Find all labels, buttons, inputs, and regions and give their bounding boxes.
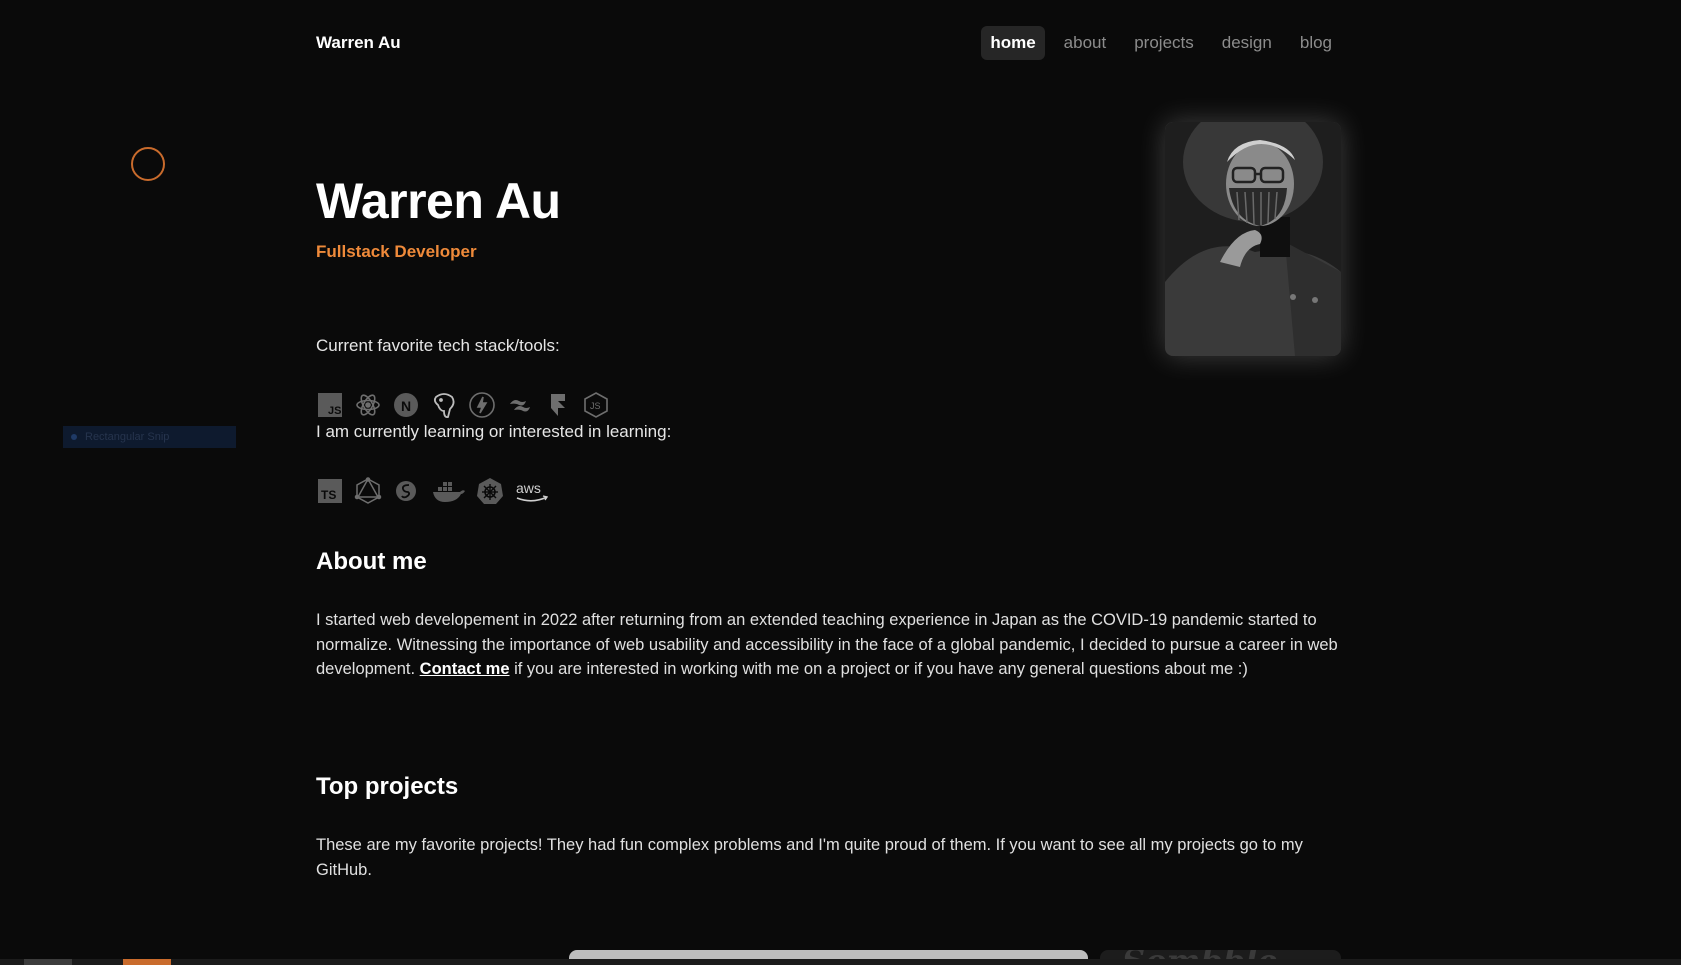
hero-name: Warren Au xyxy=(316,173,561,229)
svg-text:JS: JS xyxy=(590,401,601,411)
sass-icon[interactable] xyxy=(392,477,420,505)
taskbar-item-active[interactable] xyxy=(123,959,171,965)
postgresql-icon[interactable] xyxy=(430,391,458,419)
snip-overlay: Rectangular Snip xyxy=(63,426,236,448)
typescript-icon[interactable]: TS xyxy=(316,477,344,505)
brand-logo[interactable]: Warren Au xyxy=(316,33,401,53)
about-text-after: if you are interested in working with me… xyxy=(509,660,1248,678)
portrait-illustration xyxy=(1165,122,1341,356)
react-icon[interactable] xyxy=(354,391,382,419)
snip-dot-icon xyxy=(71,434,77,440)
javascript-icon[interactable]: JS xyxy=(316,391,344,419)
learning-icons: TS aws xyxy=(316,477,550,505)
nav-link-home[interactable]: home xyxy=(981,26,1045,60)
portrait-photo xyxy=(1165,122,1341,356)
nodejs-icon[interactable]: JS xyxy=(582,391,610,419)
nav-link-blog[interactable]: blog xyxy=(1291,26,1341,60)
contact-link[interactable]: Contact me xyxy=(420,660,510,678)
page: Warren Au home about projects design blo… xyxy=(0,0,1681,965)
snip-label: Rectangular Snip xyxy=(85,431,170,443)
taskbar xyxy=(0,959,1681,965)
supabase-icon[interactable] xyxy=(468,391,496,419)
nav-link-about[interactable]: about xyxy=(1055,26,1116,60)
nav-link-design[interactable]: design xyxy=(1213,26,1281,60)
about-heading: About me xyxy=(316,548,427,575)
hero-role: Fullstack Developer xyxy=(316,242,477,261)
stack-label: Current favorite tech stack/tools: xyxy=(316,336,560,355)
kubernetes-icon[interactable] xyxy=(476,477,504,505)
docker-icon[interactable] xyxy=(430,477,466,505)
graphql-icon[interactable] xyxy=(354,477,382,505)
about-paragraph: I started web developement in 2022 after… xyxy=(316,608,1346,682)
nextjs-icon[interactable]: N xyxy=(392,391,420,419)
framer-icon[interactable] xyxy=(544,391,572,419)
aws-icon[interactable]: aws xyxy=(514,477,550,505)
cursor-ring-icon xyxy=(131,147,165,181)
tailwind-icon[interactable] xyxy=(506,391,534,419)
svg-text:JS: JS xyxy=(328,405,341,417)
projects-paragraph: These are my favorite projects! They had… xyxy=(316,836,1303,879)
nav-links: home about projects design blog xyxy=(981,26,1341,60)
aws-text: aws xyxy=(516,480,541,496)
taskbar-item[interactable] xyxy=(24,959,72,965)
top-nav: Warren Au home about projects design blo… xyxy=(316,24,1341,62)
svg-text:TS: TS xyxy=(321,488,336,502)
projects-heading: Top projects xyxy=(316,773,459,800)
nav-link-projects[interactable]: projects xyxy=(1125,26,1203,60)
stack-icons: JS N JS xyxy=(316,391,610,419)
learning-label: I am currently learning or interested in… xyxy=(316,422,672,441)
svg-text:N: N xyxy=(401,398,411,414)
